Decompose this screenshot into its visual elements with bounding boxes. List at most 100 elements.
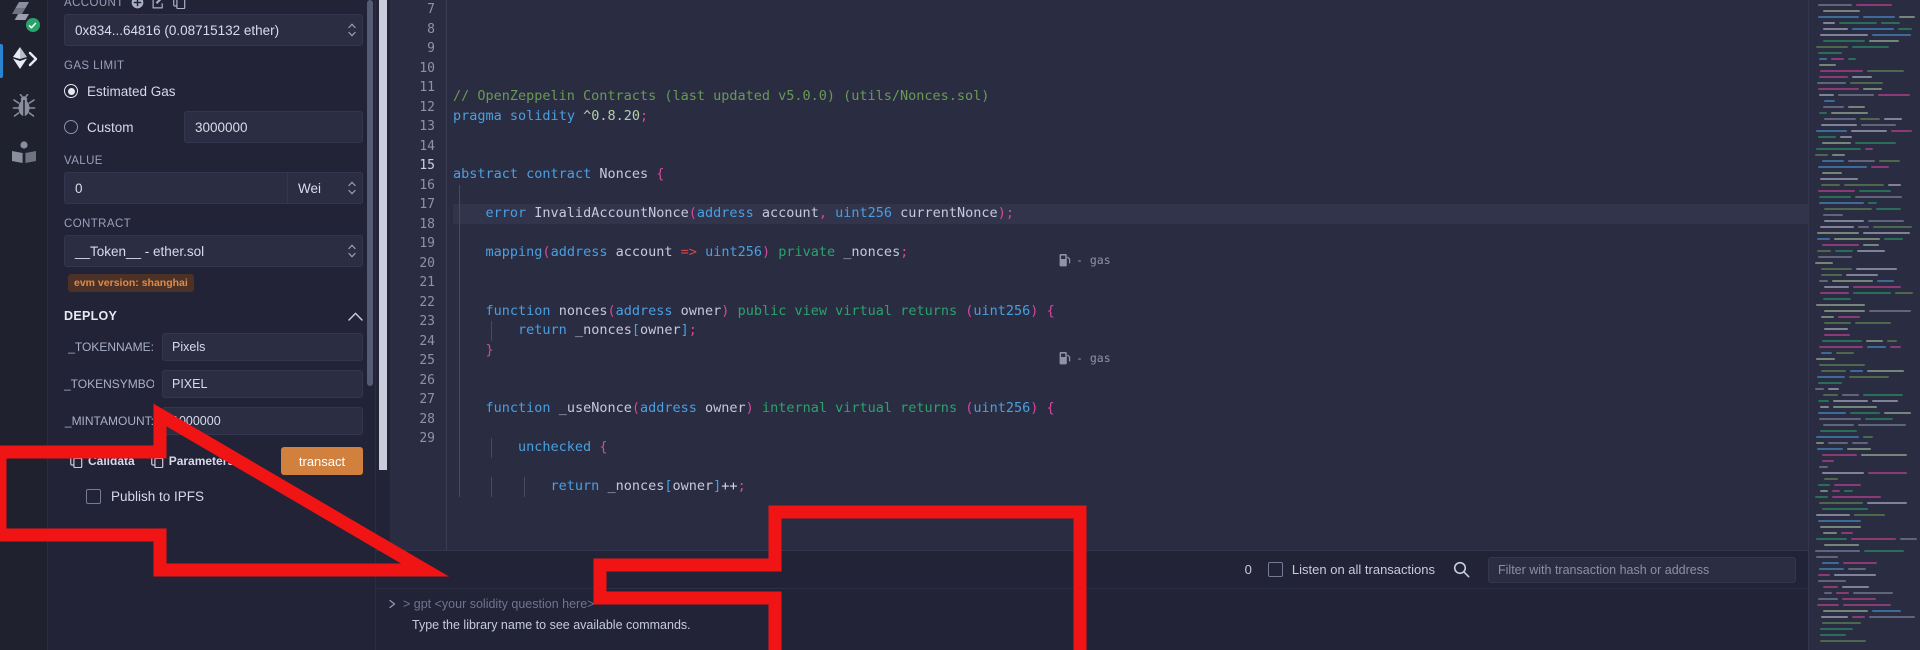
minimap-line	[1822, 508, 1868, 510]
line-number: 19	[419, 236, 435, 251]
minimap-line	[1822, 472, 1864, 474]
code-line[interactable]: error InvalidAccountNonce(address accoun…	[453, 204, 1808, 224]
code-line[interactable]: pragma solidity ^0.8.20;	[453, 107, 1808, 127]
copy-calldata-button[interactable]: Calldata	[64, 450, 141, 472]
copy-icon[interactable]	[172, 0, 186, 9]
code-line[interactable]	[453, 379, 1808, 399]
minimap-line	[1866, 340, 1883, 342]
code-line[interactable]	[453, 457, 1808, 477]
indent-guide	[459, 457, 460, 477]
chevron-right-icon	[388, 599, 397, 609]
code-line[interactable]	[453, 68, 1808, 88]
panel-scrollbar[interactable]	[367, 0, 373, 386]
code-line[interactable]	[453, 262, 1808, 282]
search-button[interactable]	[1445, 561, 1478, 578]
custom-gas-input[interactable]: 3000000	[184, 111, 363, 143]
terminal-filter-input[interactable]: Filter with transaction hash or address	[1488, 556, 1796, 583]
gas-estimate-line-20[interactable]: - gas	[1059, 253, 1111, 267]
code-line[interactable]: return _nonces[owner];	[453, 321, 1808, 341]
minimap-line	[1818, 382, 1842, 384]
estimated-gas-radio[interactable]	[64, 84, 78, 98]
minimap-line	[1818, 580, 1846, 582]
minimap-line	[1873, 226, 1912, 228]
code-line[interactable]: mapping(address account => uint256) priv…	[453, 243, 1808, 263]
account-select[interactable]: 0x834...64816 (0.08715132 ether)	[64, 14, 363, 46]
code-line[interactable]	[453, 418, 1808, 438]
minimap-line	[1842, 598, 1876, 600]
minimap-line	[1869, 616, 1915, 618]
value-unit-stepper[interactable]	[348, 181, 356, 195]
plus-circle-icon[interactable]	[131, 0, 144, 9]
indent-guide	[523, 477, 525, 497]
minimap-line	[1899, 16, 1915, 18]
code-line[interactable]: return _nonces[owner]++;	[453, 477, 1808, 497]
deploy-and-run-icon	[12, 47, 37, 69]
minimap-line	[1823, 10, 1860, 12]
minimap-line	[1861, 124, 1896, 126]
minimap-line	[1823, 424, 1854, 426]
minimap-line	[1865, 418, 1893, 420]
gas-estimate-line-25[interactable]: - gas	[1059, 351, 1111, 365]
minimap-line	[1820, 490, 1828, 492]
gas-hint-text: - gas	[1076, 351, 1111, 365]
listen-on-all-transactions[interactable]: Listen on all transactions	[1267, 562, 1435, 577]
indent-guide	[459, 379, 460, 399]
listen-checkbox[interactable]	[1267, 562, 1283, 577]
code-line[interactable]: abstract contract Nonces {	[453, 165, 1808, 185]
minimap-line	[1832, 490, 1840, 492]
code-line[interactable]: // OpenZeppelin Contracts (last updated …	[453, 87, 1808, 107]
minimap-line	[1819, 196, 1851, 198]
mintamount-input[interactable]: 1000000	[162, 407, 363, 435]
publish-to-ipfs-row[interactable]: Publish to IPFS	[64, 489, 363, 504]
scrollbar-thumb[interactable]	[379, 0, 387, 470]
code-line[interactable]: }	[453, 340, 1808, 360]
sidebar-item-learneth[interactable]	[0, 130, 48, 176]
indent-guide	[459, 243, 460, 263]
transact-button[interactable]: transact	[281, 447, 363, 475]
file-preview-strip[interactable]	[1808, 0, 1920, 650]
terminal-collapse-button[interactable]	[384, 562, 412, 578]
account-stepper[interactable]	[348, 23, 356, 37]
contract-select[interactable]: __Token__ - ether.sol	[64, 235, 363, 267]
deploy-section-header[interactable]: DEPLOY	[64, 309, 363, 323]
estimated-gas-radio-row[interactable]: Estimated Gas	[64, 77, 363, 105]
copy-parameters-button[interactable]: Parameters	[145, 450, 240, 472]
code-line[interactable]: function nonces(address owner) public vi…	[453, 301, 1808, 321]
remix-ide-window: ACCOUNT 0x834...64816 (0.08715132 ether)	[0, 0, 1920, 650]
publish-ipfs-checkbox[interactable]	[86, 489, 101, 504]
minimap-line	[1872, 610, 1901, 612]
code-line[interactable]	[453, 360, 1808, 380]
custom-gas-radio[interactable]	[64, 120, 78, 134]
sidebar-item-solidity-compiler[interactable]	[0, 0, 48, 38]
code-line[interactable]	[453, 282, 1808, 302]
editor-vertical-scrollbar[interactable]	[376, 0, 390, 550]
minimap-line	[1828, 442, 1848, 444]
value-input[interactable]: 0	[64, 172, 287, 204]
tokenname-input[interactable]: Pixels	[162, 333, 363, 361]
edit-icon[interactable]	[152, 0, 165, 9]
minimap-line	[1816, 538, 1847, 540]
minimap-line	[1838, 316, 1860, 318]
code-line[interactable]	[453, 184, 1808, 204]
contract-stepper[interactable]	[348, 244, 356, 258]
tokensymbol-input[interactable]: PIXEL	[162, 370, 363, 398]
code-editor[interactable]: 7 8 9 10 11 12 13 14 15 16 17 18 19 20 21 22 23 24 25 26 27 2…	[376, 0, 1808, 550]
code-line[interactable]	[453, 146, 1808, 166]
minimap-line	[1863, 88, 1882, 90]
code-line[interactable]	[453, 48, 1808, 68]
minimap-line	[1842, 394, 1859, 396]
code-line[interactable]: unchecked {	[453, 438, 1808, 458]
code-line[interactable]	[453, 223, 1808, 243]
minimap-line	[1868, 202, 1877, 204]
chevron-up-icon[interactable]	[348, 311, 363, 321]
sidebar-item-debugger[interactable]	[0, 84, 48, 130]
sidebar-item-deploy-and-run[interactable]	[0, 38, 48, 84]
code-line[interactable]: function _useNonce(address owner) intern…	[453, 399, 1808, 419]
minimap-line	[1834, 484, 1861, 486]
line-number: 15	[419, 158, 435, 173]
compile-success-badge	[25, 18, 40, 32]
code-content[interactable]: // OpenZeppelin Contracts (last updated …	[446, 0, 1808, 550]
terminal-prompt-line[interactable]: > gpt <your solidity question here>	[376, 593, 1808, 614]
code-line[interactable]	[453, 126, 1808, 146]
minimap-line	[1878, 94, 1910, 96]
